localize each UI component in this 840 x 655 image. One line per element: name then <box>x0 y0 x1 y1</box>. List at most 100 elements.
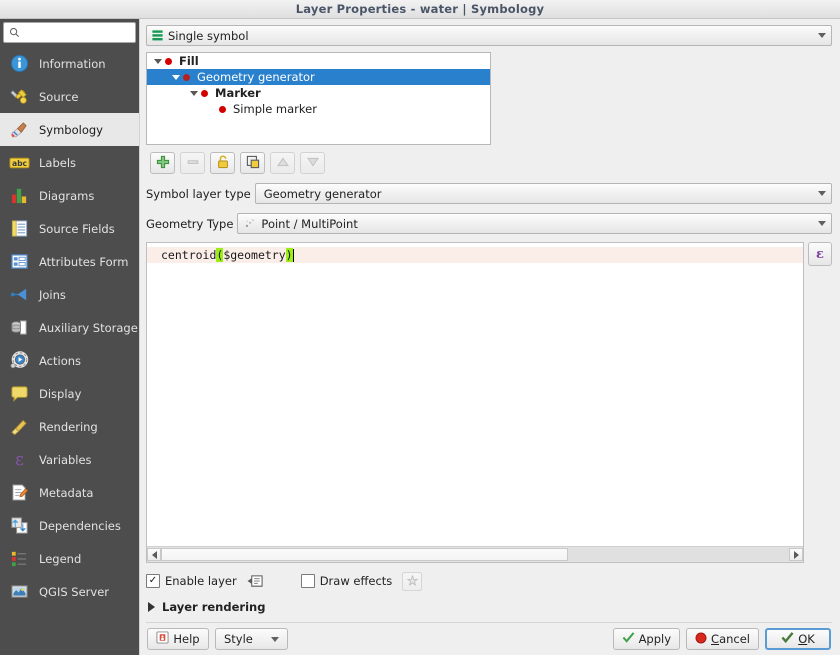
draw-effects-checkbox[interactable] <box>301 574 315 588</box>
tree-row[interactable]: Simple marker <box>147 101 490 117</box>
geometry-type-label: Geometry Type <box>146 217 233 231</box>
sidebar-item-joins[interactable]: Joins <box>0 278 139 311</box>
source-fields-icon <box>8 218 30 240</box>
search-input[interactable] <box>24 25 128 40</box>
auxiliary-storage-icon <box>8 317 30 339</box>
sidebar-item-label: QGIS Server <box>39 585 109 599</box>
sidebar-search-wrap <box>0 19 139 47</box>
symbol-preview-dot <box>201 90 208 97</box>
sidebar-item-variables[interactable]: ε Variables <box>0 443 139 476</box>
svg-text:abc: abc <box>11 158 27 167</box>
expander-triangle-icon[interactable] <box>187 91 201 96</box>
tree-row-label: Simple marker <box>233 102 317 116</box>
tree-row[interactable]: Marker <box>147 85 490 101</box>
point-multipoint-icon <box>244 217 257 230</box>
sidebar-item-symbology[interactable]: Symbology <box>0 113 139 146</box>
enable-layer-checkbox[interactable]: ✓ <box>146 574 160 588</box>
tree-row-label: Geometry generator <box>197 70 315 84</box>
sidebar-item-dependencies[interactable]: Dependencies <box>0 509 139 542</box>
geometry-type-row: Geometry Type Point / MultiPoint <box>146 213 832 234</box>
move-layer-up-button[interactable] <box>270 152 295 174</box>
effects-settings-button[interactable] <box>402 572 422 591</box>
sidebar-item-label: Dependencies <box>39 519 121 533</box>
scrollbar-thumb[interactable] <box>161 548 568 561</box>
attributes-form-icon <box>8 251 30 273</box>
display-balloon-icon <box>8 383 30 405</box>
dialog-body: Information Source <box>0 19 840 655</box>
style-button[interactable]: Style <box>215 628 288 650</box>
geometry-type-value: Point / MultiPoint <box>257 217 357 231</box>
expression-editor-text-area[interactable]: centroid($geometry) <box>147 243 803 546</box>
text-caret <box>293 249 294 262</box>
apply-button-label: Apply <box>639 632 671 646</box>
metadata-icon <box>8 482 30 504</box>
information-icon <box>8 53 30 75</box>
symbol-layer-tree[interactable]: Fill Geometry generator Marker Simple ma… <box>146 52 491 145</box>
expression-editor[interactable]: centroid($geometry) <box>146 242 804 563</box>
chevron-down-icon[interactable] <box>813 33 831 38</box>
geometry-type-combo[interactable]: Point / MultiPoint <box>237 213 832 234</box>
minus-icon <box>186 155 200 172</box>
scroll-left-arrow-icon[interactable] <box>147 548 161 561</box>
plus-icon <box>156 155 170 172</box>
sidebar-item-label: Symbology <box>39 123 103 137</box>
sidebar-item-label: Actions <box>39 354 81 368</box>
expander-triangle-icon[interactable] <box>169 75 183 80</box>
layer-rendering-section-header[interactable]: Layer rendering <box>146 598 832 616</box>
sidebar-item-auxiliary-storage[interactable]: Auxiliary Storage <box>0 311 139 344</box>
joins-icon <box>8 284 30 306</box>
symbol-layer-type-row: Symbol layer type Geometry generator <box>146 183 832 204</box>
sidebar-item-legend[interactable]: Legend <box>0 542 139 575</box>
expression-close-paren: ) <box>286 248 293 262</box>
sidebar-nav-list: Information Source <box>0 47 139 655</box>
chevron-down-icon[interactable] <box>271 637 279 642</box>
cancel-button[interactable]: Cancel <box>686 628 759 650</box>
apply-button[interactable]: Apply <box>613 628 680 650</box>
cancel-circle-icon <box>695 632 707 647</box>
sidebar-item-rendering[interactable]: Rendering <box>0 410 139 443</box>
scroll-right-arrow-icon[interactable] <box>789 548 803 561</box>
scrollbar-track[interactable] <box>568 548 789 561</box>
expression-horizontal-scrollbar[interactable] <box>147 546 803 562</box>
remove-symbol-layer-button[interactable] <box>180 152 205 174</box>
sidebar-item-attributes-form[interactable]: Attributes Form <box>0 245 139 278</box>
ok-button[interactable]: OK <box>765 628 831 650</box>
tree-row[interactable]: Geometry generator <box>147 69 490 85</box>
ok-checkmark-icon <box>781 631 794 647</box>
style-button-label: Style <box>224 632 253 646</box>
move-layer-down-button[interactable] <box>300 152 325 174</box>
expander-triangle-icon[interactable] <box>151 59 165 64</box>
data-defined-override-button[interactable] <box>247 573 265 590</box>
sidebar-item-label: Auxiliary Storage <box>39 321 138 335</box>
expression-builder-button[interactable]: ε <box>808 242 832 266</box>
labels-abc-icon: abc <box>8 152 30 174</box>
symbol-layer-type-combo[interactable]: Geometry generator <box>255 183 832 204</box>
sidebar-item-diagrams[interactable]: Diagrams <box>0 179 139 212</box>
sidebar-item-source-fields[interactable]: Source Fields <box>0 212 139 245</box>
help-icon <box>156 631 169 647</box>
tree-row[interactable]: Fill <box>147 53 490 69</box>
expression-open-paren: ( <box>216 248 223 262</box>
sidebar-item-label: Information <box>39 57 106 71</box>
chevron-down-icon[interactable] <box>813 191 831 196</box>
duplicate-symbol-layer-button[interactable] <box>240 152 265 174</box>
sidebar-item-labels[interactable]: abc Labels <box>0 146 139 179</box>
sidebar-item-actions[interactable]: Actions <box>0 344 139 377</box>
sidebar-item-qgis-server[interactable]: QGIS Server <box>0 575 139 608</box>
chevron-right-icon[interactable] <box>148 602 155 612</box>
renderer-type-combo[interactable]: Single symbol <box>146 25 832 46</box>
help-button[interactable]: Help <box>147 628 209 650</box>
sidebar-item-metadata[interactable]: Metadata <box>0 476 139 509</box>
sidebar-item-source[interactable]: Source <box>0 80 139 113</box>
symbol-preview-dot <box>183 74 190 81</box>
tree-row-label: Marker <box>215 86 261 100</box>
sidebar-item-information[interactable]: Information <box>0 47 139 80</box>
chevron-down-icon[interactable] <box>813 221 831 226</box>
sidebar-item-display[interactable]: Display <box>0 377 139 410</box>
search-box[interactable] <box>3 22 136 43</box>
variables-epsilon-icon: ε <box>8 449 30 471</box>
lock-layer-colors-button[interactable] <box>210 152 235 174</box>
renderer-type-label: Single symbol <box>164 29 249 43</box>
add-symbol-layer-button[interactable] <box>150 152 175 174</box>
expression-code-line[interactable]: centroid($geometry) <box>147 247 803 263</box>
